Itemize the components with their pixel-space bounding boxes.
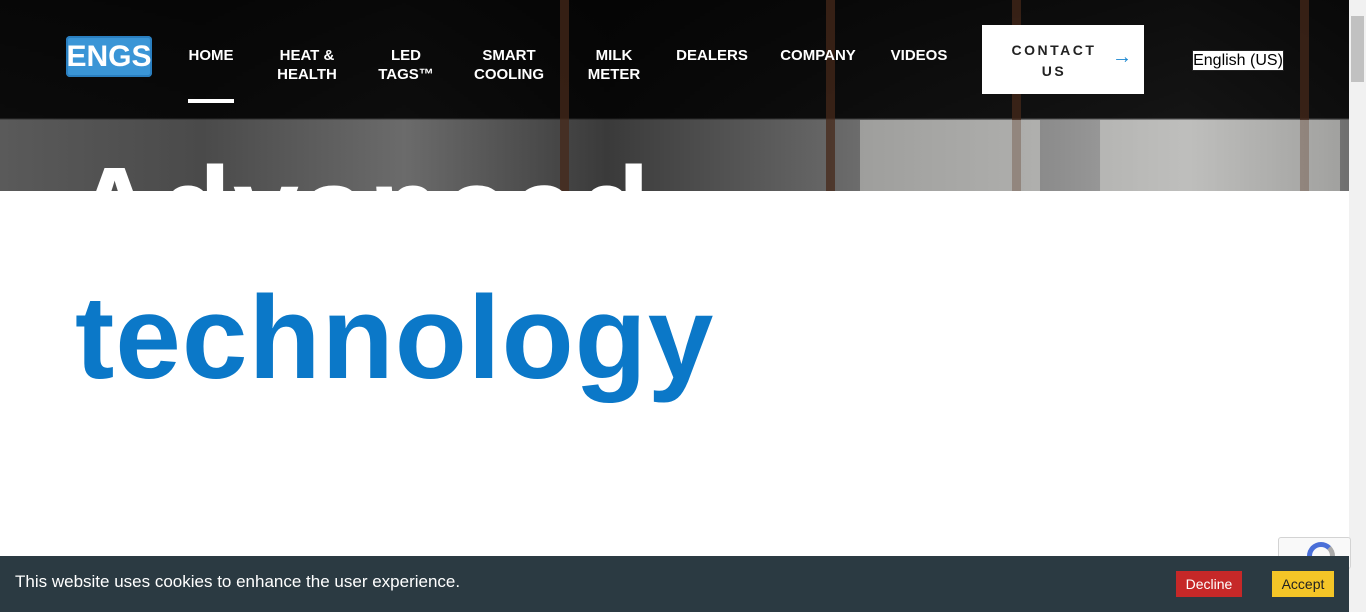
language-selector[interactable]: English (US) — [1192, 50, 1284, 71]
nav-dealers[interactable]: DEALERS — [676, 46, 748, 65]
nav-milk-meter[interactable]: MILK METER — [584, 46, 644, 84]
nav-active-indicator — [188, 99, 234, 103]
nav-home[interactable]: HOME — [188, 46, 234, 65]
cookie-consent-bar: This website uses cookies to enhance the… — [0, 556, 1349, 612]
contact-us-button[interactable]: CONTACT US → — [982, 25, 1144, 94]
hero-image-light — [1100, 120, 1340, 191]
cookie-message: This website uses cookies to enhance the… — [15, 572, 461, 591]
nav-heat-health[interactable]: HEAT & HEALTH — [272, 46, 342, 84]
scrollbar-thumb[interactable] — [1351, 16, 1364, 82]
arrow-right-icon: → — [1112, 46, 1132, 68]
engs-logo[interactable]: ENGS — [66, 36, 152, 77]
hero-heading: technology — [75, 272, 715, 404]
hero-heading-partial: Advanced — [72, 150, 652, 191]
hero-image-beam — [826, 0, 835, 191]
nav-videos[interactable]: VIDEOS — [888, 46, 950, 65]
nav-company[interactable]: COMPANY — [778, 46, 858, 65]
page-scrollbar[interactable] — [1349, 0, 1366, 612]
accept-button[interactable]: Accept — [1272, 571, 1334, 597]
contact-us-label: CONTACT US — [1011, 42, 1097, 79]
nav-smart-cooling[interactable]: SMART COOLING — [470, 46, 548, 84]
nav-led-tags[interactable]: LED TAGS™ — [376, 46, 436, 84]
hero-image-light — [860, 120, 1040, 191]
hero-banner: Advanced — [0, 0, 1349, 191]
decline-button[interactable]: Decline — [1176, 571, 1242, 597]
